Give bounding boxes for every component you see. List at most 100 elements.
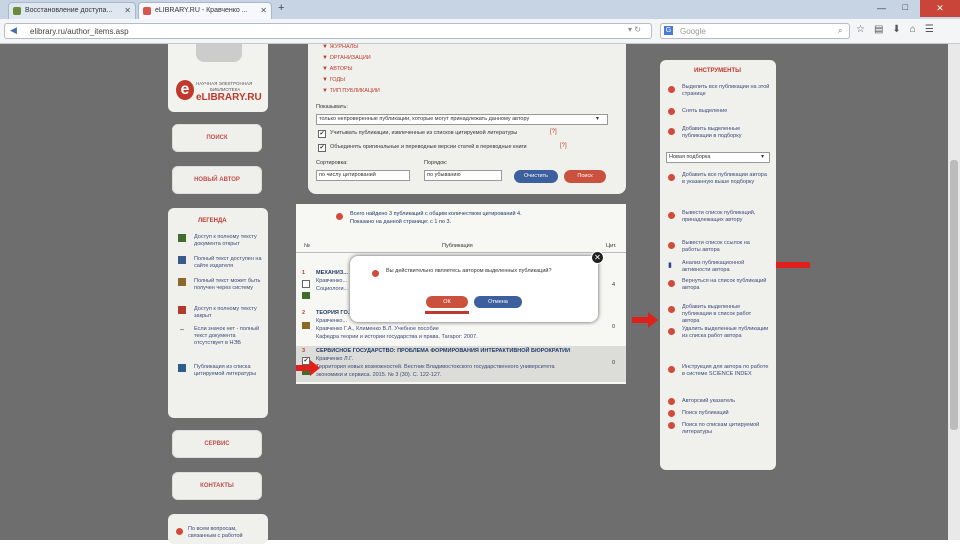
red-arrow-annotation xyxy=(632,312,658,328)
table-header: № Публикация Цит. xyxy=(296,240,626,253)
publication-title[interactable]: МЕХАНИЗ... xyxy=(316,270,348,277)
publication-title[interactable]: ТЕОРИЯ ГО... xyxy=(316,310,352,317)
filter-menu-item[interactable]: ▼ ОРГАНИЗАЦИИ xyxy=(322,55,380,66)
tool-add-all[interactable]: Добавить все публикации автора в указанн… xyxy=(666,172,772,210)
logo-brand: eLIBRARY.RU xyxy=(196,92,262,103)
order-access-icon xyxy=(302,322,310,329)
tool-instructions[interactable]: Инструкция для автора по работе в систем… xyxy=(666,364,772,398)
info-text: По всем вопросам, связанным с работой xyxy=(188,526,243,539)
citation-list-icon xyxy=(178,364,186,372)
filter-menu-item[interactable]: ▼ ЖУРНАЛЫ xyxy=(322,44,380,55)
order-access-icon xyxy=(178,278,186,286)
legend-item: Доступ к полному тексту закрыт xyxy=(174,306,264,326)
legend-title: ЛЕГЕНДА xyxy=(198,218,227,224)
tool-add-selected[interactable]: Добавить выделенные публикации в список … xyxy=(666,304,772,326)
results-summary: Всего найдено 3 публикаций с общим колич… xyxy=(350,211,522,217)
select-row-checkbox[interactable] xyxy=(302,280,310,288)
dash-icon: – xyxy=(180,326,184,333)
chevron-down-icon: ▾ xyxy=(596,116,600,122)
back-arrow-icon[interactable]: ◀ xyxy=(10,25,17,36)
clear-button[interactable]: Очистить xyxy=(514,170,558,183)
search-button[interactable]: Поиск xyxy=(564,170,606,183)
tab-elibrary[interactable]: eLIBRARY.RU - Кравченко ... ✕ xyxy=(138,2,272,19)
minimize-icon[interactable]: — xyxy=(877,3,886,13)
close-tab-icon[interactable]: ✕ xyxy=(124,3,131,19)
filter-menu-item[interactable]: ▼ ГОДЫ xyxy=(322,77,380,88)
tools-list: Выделить все публикации на этой странице… xyxy=(666,84,772,144)
tool-return-to-list[interactable]: Вернуться на список публикаций автора xyxy=(666,278,772,304)
maximize-icon[interactable]: □ xyxy=(903,2,908,12)
legend-item: Полный текст может быть получен через си… xyxy=(174,278,264,306)
bar-chart-icon: ▮ xyxy=(668,262,672,269)
warning-icon xyxy=(372,270,379,277)
sort-label: Сортировка: xyxy=(316,160,348,166)
search-magnifier-icon[interactable]: ⌕ xyxy=(838,26,842,36)
filter-menu: ▼ ЖУРНАЛЫ ▼ ОРГАНИЗАЦИИ ▼ АВТОРЫ ▼ ГОДЫ … xyxy=(322,44,380,99)
tool-select-all[interactable]: Выделить все публикации на этой странице xyxy=(666,84,772,106)
info-icon xyxy=(176,528,183,535)
new-author-button[interactable]: НОВЫЙ АВТОР xyxy=(172,166,262,194)
tool-remove-selected[interactable]: Удалить выделенные публикации из списка … xyxy=(666,326,772,364)
scrollbar-thumb[interactable] xyxy=(950,160,958,430)
order-label: Порядок: xyxy=(424,160,448,166)
legend-item: Публикация из списка цитируемой литерату… xyxy=(174,364,264,388)
red-arrow-annotation xyxy=(296,360,320,376)
legend-list: Доступ к полному тексту документа открыт… xyxy=(174,234,264,388)
results-shown: Показано на данной странице: с 1 по 3. xyxy=(350,219,452,225)
order-select[interactable]: по убыванию xyxy=(424,170,502,181)
legend-item: Доступ к полному тексту документа открыт xyxy=(174,234,264,256)
triangle-down-icon: ▼ xyxy=(322,44,328,50)
closed-access-icon xyxy=(178,306,186,314)
tool-list-publications[interactable]: Вывести список публикаций, принадлежащих… xyxy=(666,210,772,240)
triangle-down-icon: ▼ xyxy=(322,77,328,83)
tool-deselect[interactable]: Снять выделение xyxy=(666,106,772,126)
tool-author-index[interactable]: Авторский указатель xyxy=(666,398,772,410)
sort-select[interactable]: по числу цитирований xyxy=(316,170,410,181)
reload-icon[interactable]: ▾ ↻ xyxy=(628,25,641,34)
help-icon[interactable]: [?] xyxy=(550,129,557,135)
tab-restore-access[interactable]: Восстановление доступа... ✕ xyxy=(8,2,136,19)
publisher-access-icon xyxy=(178,256,186,264)
close-tab-icon[interactable]: ✕ xyxy=(260,3,267,19)
elibrary-favicon-icon xyxy=(143,7,151,15)
collection-select[interactable]: Новая подборка xyxy=(666,152,770,163)
tool-analysis[interactable]: ▮ Анализ публикационной активности автора xyxy=(666,260,772,278)
library-emblem-icon xyxy=(196,44,242,62)
merge-versions-checkbox[interactable]: ✔ xyxy=(318,144,326,152)
filter-menu-item[interactable]: ▼ АВТОРЫ xyxy=(322,66,380,77)
search-nav-button[interactable]: ПОИСК xyxy=(172,124,262,152)
contacts-button[interactable]: КОНТАКТЫ xyxy=(172,472,262,500)
include-citations-checkbox[interactable]: ✔ xyxy=(318,130,326,138)
triangle-down-icon: ▼ xyxy=(322,88,328,94)
window-close-button[interactable]: ✕ xyxy=(920,0,960,17)
tab-label: Восстановление доступа... xyxy=(25,7,113,14)
show-select[interactable]: только непроверенные публикации, которые… xyxy=(316,114,608,125)
filter-menu-item[interactable]: ▼ ТИП ПУБЛИКАЦИИ xyxy=(322,88,380,99)
toolbar-icons[interactable]: ☆▤⬇⌂☰ xyxy=(856,24,943,35)
tool-search-citations[interactable]: Поиск по спискам цитируемой литературы xyxy=(666,422,772,442)
publication-title[interactable]: СЕРВИСНОЕ ГОСУДАРСТВО: ПРОБЛЕМА ФОРМИРОВ… xyxy=(316,348,570,355)
tool-search-publications[interactable]: Поиск публикаций xyxy=(666,410,772,422)
triangle-down-icon: ▼ xyxy=(322,66,328,72)
tools-title: ИНСТРУМЕНТЫ xyxy=(694,68,742,74)
triangle-down-icon: ▼ xyxy=(322,55,328,61)
tool-list-citations[interactable]: Вывести список ссылок на работы автора xyxy=(666,240,772,260)
tab-label: eLIBRARY.RU - Кравченко ... xyxy=(155,7,248,14)
cancel-button[interactable]: Отмена xyxy=(474,296,522,308)
url-text: elibrary.ru/author_items.asp xyxy=(30,27,129,36)
merge-versions-label: Объединять оригинальные и переводные вер… xyxy=(330,144,527,150)
open-access-icon xyxy=(178,234,186,242)
legend-item: Полный текст доступен на сайте издателя xyxy=(174,256,264,278)
table-row-selected: 3 ✔ СЕРВИСНОЕ ГОСУДАРСТВО: ПРОБЛЕМА ФОРМ… xyxy=(296,346,626,382)
tool-add-to-collection[interactable]: Добавить выделенные публикации в подборк… xyxy=(666,126,772,144)
confirm-dialog xyxy=(350,256,598,322)
service-button[interactable]: СЕРВИС xyxy=(172,430,262,458)
new-tab-button[interactable]: + xyxy=(278,2,284,14)
elibrary-logo-icon: e xyxy=(176,80,194,100)
search-placeholder: Google xyxy=(680,27,706,36)
page-favicon-icon xyxy=(13,7,21,15)
help-icon[interactable]: [?] xyxy=(560,143,567,149)
ok-button[interactable]: ОК xyxy=(426,296,468,308)
tools-list-2: Добавить все публикации автора в указанн… xyxy=(666,172,772,442)
dialog-close-icon[interactable]: ✕ xyxy=(591,251,604,264)
